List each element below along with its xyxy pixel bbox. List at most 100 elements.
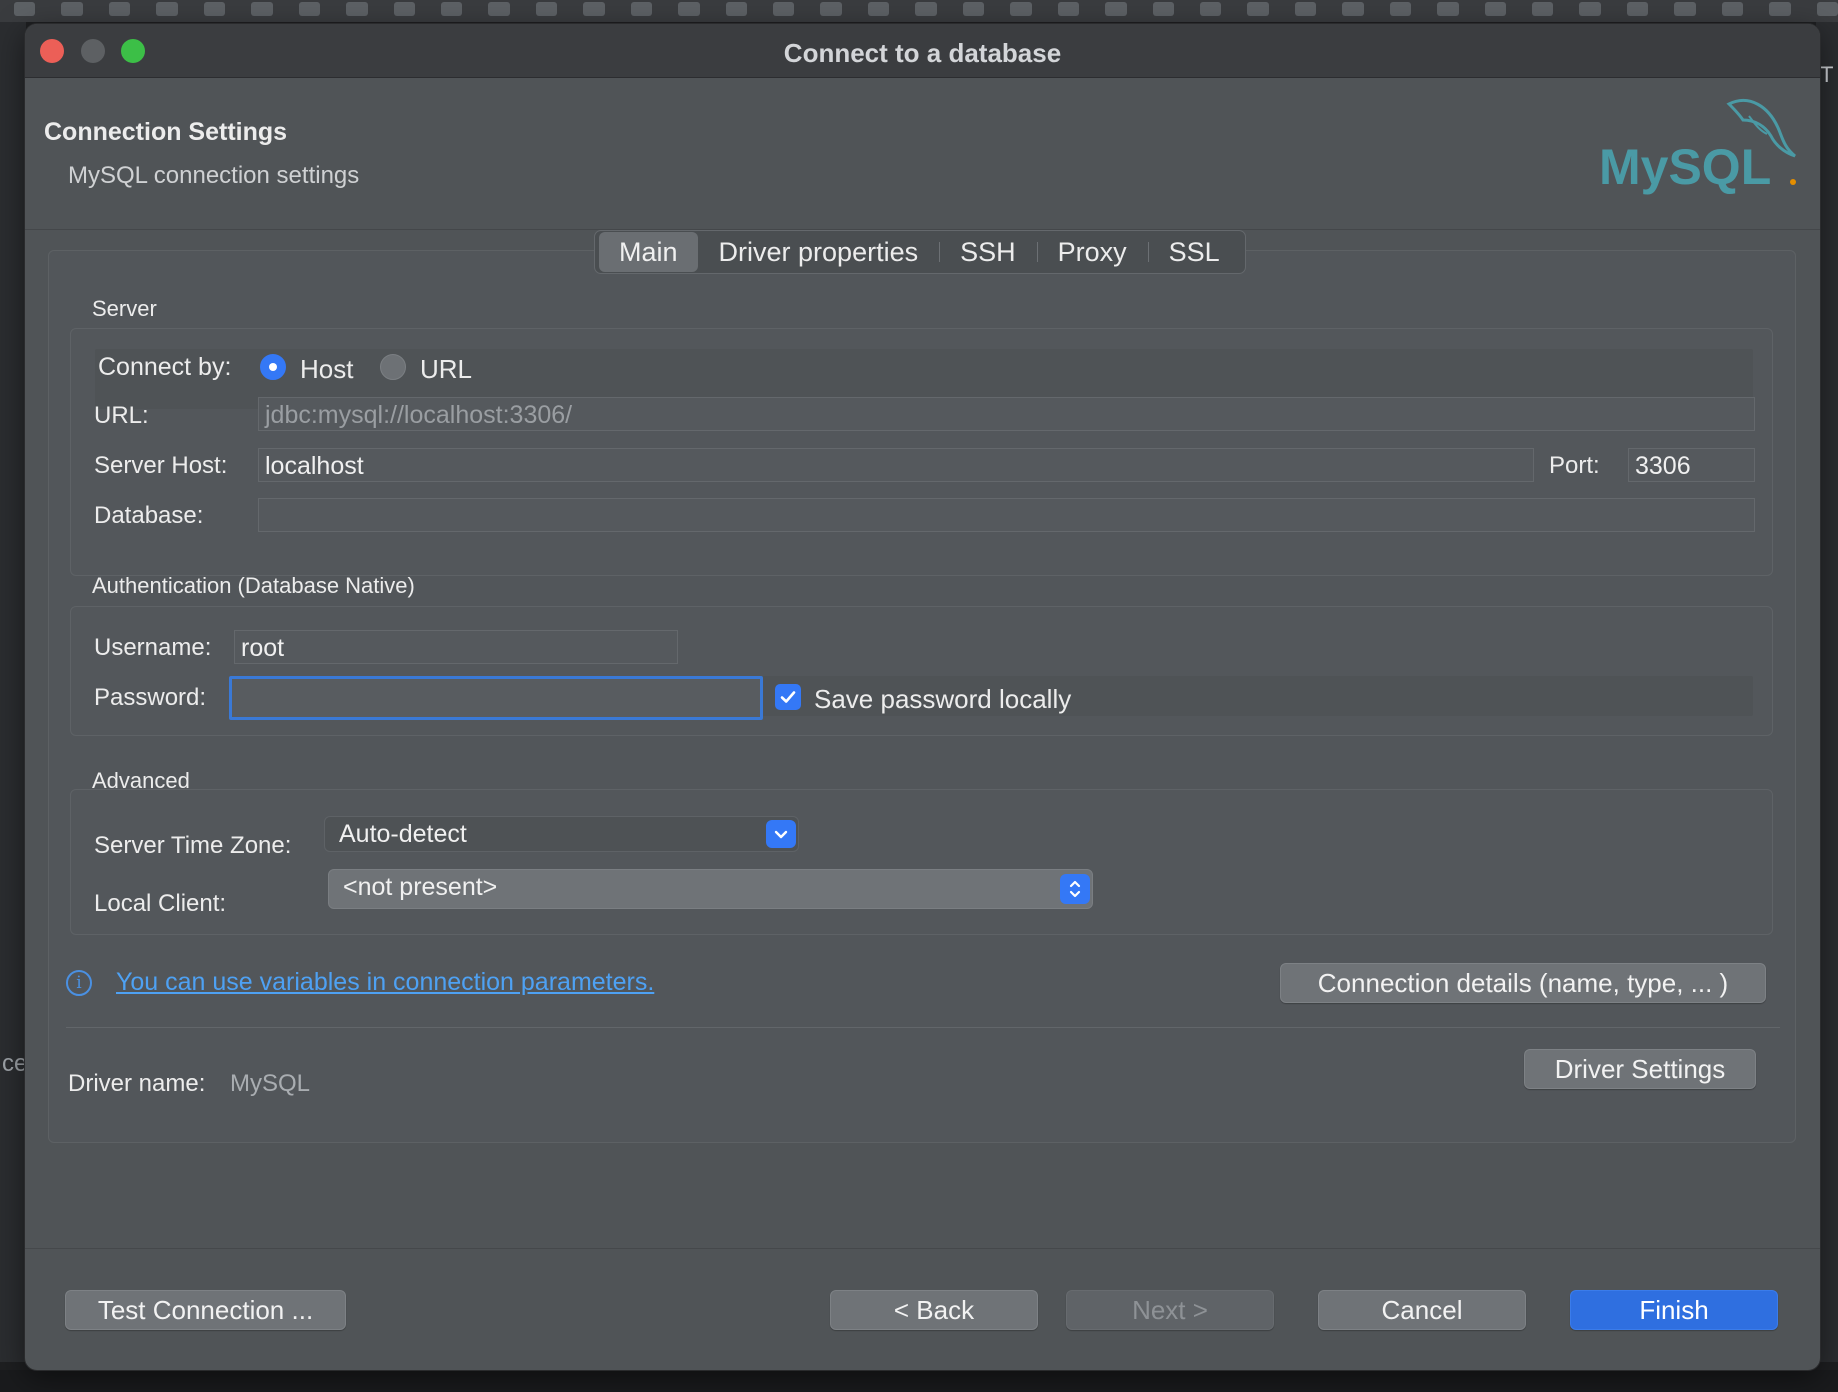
footer-divider <box>25 1248 1820 1249</box>
toolbar-icon[interactable] <box>1389 2 1412 16</box>
url-radio-label[interactable]: URL <box>420 354 472 385</box>
dialog-header: Connection Settings MySQL connection set… <box>25 78 1820 230</box>
toolbar-icon[interactable] <box>1721 2 1744 16</box>
page-title: Connection Settings <box>44 118 288 146</box>
toolbar-icon[interactable] <box>1105 2 1127 16</box>
ide-bottom-strip <box>0 1370 1838 1392</box>
toolbar-icon[interactable] <box>61 2 83 16</box>
driver-settings-button[interactable]: Driver Settings <box>1524 1049 1756 1089</box>
toolbar-icon[interactable] <box>1199 2 1222 16</box>
tab-main[interactable]: Main <box>599 232 698 272</box>
driver-name-label: Driver name: <box>68 1070 206 1097</box>
toolbar-icon[interactable] <box>1769 2 1791 16</box>
database-field[interactable] <box>258 498 1755 532</box>
tab-driver-properties[interactable]: Driver properties <box>698 232 940 272</box>
auth-section-label: Authentication (Database Native) <box>92 573 415 598</box>
username-label: Username: <box>94 634 212 661</box>
save-password-checkbox[interactable] <box>775 684 801 710</box>
timezone-value: Auto-detect <box>339 820 467 848</box>
url-label: URL: <box>94 402 149 429</box>
title-bar: Connect to a database <box>25 24 1820 78</box>
password-label: Password: <box>94 684 207 711</box>
test-connection-button[interactable]: Test Connection ... <box>65 1290 346 1330</box>
toolbar-icon[interactable] <box>1532 2 1554 16</box>
cancel-button[interactable]: Cancel <box>1318 1290 1526 1330</box>
toolbar-icon[interactable] <box>1247 2 1269 16</box>
local-client-value: <not present> <box>343 873 498 901</box>
toolbar-icon[interactable] <box>678 2 700 16</box>
tab-proxy[interactable]: Proxy <box>1036 232 1148 272</box>
timezone-label: Server Time Zone: <box>94 832 292 859</box>
local-client-select[interactable]: <not present> <box>328 869 1093 909</box>
chevron-down-icon <box>774 830 788 839</box>
toolbar-icon[interactable] <box>1294 2 1317 16</box>
ide-toolbar <box>0 0 1838 22</box>
toolbar-icon[interactable] <box>298 2 321 16</box>
variables-help-link[interactable]: You can use variables in connection para… <box>116 968 654 997</box>
right-panel-text: T <box>1820 62 1834 87</box>
back-button[interactable]: < Back <box>830 1290 1038 1330</box>
toolbar-icon[interactable] <box>393 2 415 16</box>
toolbar-icon[interactable] <box>535 2 558 16</box>
toolbar-icon[interactable] <box>583 2 605 16</box>
server-section-label: Server <box>92 296 157 321</box>
up-down-chevron-icon <box>1069 880 1081 898</box>
host-radio[interactable] <box>260 354 286 380</box>
timezone-select[interactable]: Auto-detect <box>324 816 799 852</box>
toolbar-icon[interactable] <box>1057 2 1080 16</box>
toolbar-icon[interactable] <box>773 2 795 16</box>
info-icon: i <box>66 970 92 996</box>
toolbar-icon[interactable] <box>1579 2 1601 16</box>
url-field[interactable]: jdbc:mysql://localhost:3306/ <box>258 397 1755 431</box>
tab-ssl[interactable]: SSL <box>1147 232 1241 272</box>
url-radio[interactable] <box>380 354 406 380</box>
driver-name-value: MySQL <box>230 1070 311 1097</box>
toolbar-icon[interactable] <box>915 2 937 16</box>
password-field[interactable] <box>229 676 763 720</box>
toolbar-icon[interactable] <box>1674 2 1696 16</box>
toolbar-icon[interactable] <box>488 2 510 16</box>
toolbar-icon[interactable] <box>203 2 226 16</box>
next-button[interactable]: Next > <box>1066 1290 1274 1330</box>
toolbar-icon[interactable] <box>440 2 463 16</box>
port-label: Port: <box>1549 452 1600 479</box>
toolbar-icon[interactable] <box>14 2 36 16</box>
username-field[interactable]: root <box>234 630 678 664</box>
toolbar-icon[interactable] <box>1484 2 1506 16</box>
tab-ssh[interactable]: SSH <box>939 232 1037 272</box>
host-radio-label[interactable]: Host <box>300 354 353 385</box>
toolbar-icon[interactable] <box>725 2 747 16</box>
toolbar-icon[interactable] <box>1816 2 1838 16</box>
checkmark-icon <box>780 691 796 703</box>
toolbar-icon[interactable] <box>1437 2 1459 16</box>
toolbar-icon[interactable] <box>1152 2 1174 16</box>
port-field[interactable]: 3306 <box>1628 448 1755 482</box>
finish-button[interactable]: Finish <box>1570 1290 1778 1330</box>
toolbar-icon[interactable] <box>1010 2 1032 16</box>
toolbar-icon[interactable] <box>156 2 178 16</box>
toolbar-icon[interactable] <box>630 2 653 16</box>
left-panel-text: ce <box>2 1050 28 1077</box>
database-label: Database: <box>94 502 204 529</box>
server-host-label: Server Host: <box>94 452 228 479</box>
ide-left-panel: ce <box>0 22 28 1362</box>
driver-divider <box>66 1027 1780 1028</box>
mysql-logo: MySQL <box>1599 98 1796 195</box>
toolbar-icon[interactable] <box>346 2 368 16</box>
toolbar-icon[interactable] <box>1342 2 1364 16</box>
page-subtitle: MySQL connection settings <box>68 162 360 189</box>
toolbar-icon[interactable] <box>820 2 842 16</box>
toolbar-icon[interactable] <box>1626 2 1649 16</box>
toolbar-icon[interactable] <box>108 2 131 16</box>
connect-dialog: Connect to a database Connection Setting… <box>25 24 1820 1370</box>
toolbar-icon[interactable] <box>962 2 985 16</box>
save-password-label[interactable]: Save password locally <box>814 684 1071 715</box>
connection-details-button[interactable]: Connection details (name, type, ... ) <box>1280 963 1766 1003</box>
toolbar-icon[interactable] <box>867 2 890 16</box>
advanced-group <box>70 789 1773 935</box>
timezone-dropdown-button[interactable] <box>766 820 796 848</box>
local-client-label: Local Client: <box>94 890 227 917</box>
toolbar-icon[interactable] <box>251 2 273 16</box>
local-client-stepper-button[interactable] <box>1060 874 1090 904</box>
server-host-field[interactable]: localhost <box>258 448 1534 482</box>
